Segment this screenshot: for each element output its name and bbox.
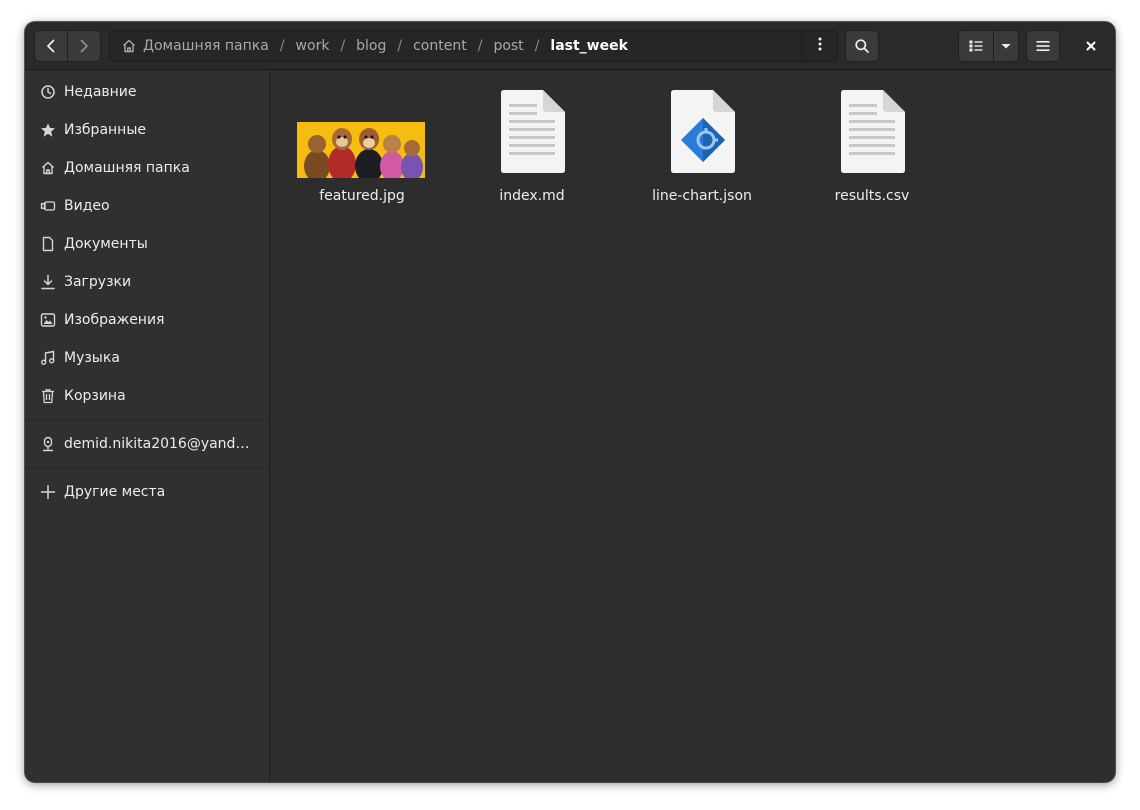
file-item-line-chart-json[interactable]: line-chart.json <box>617 84 787 204</box>
text-document-icon <box>839 88 907 178</box>
search-icon <box>854 38 870 54</box>
file-item-results-csv[interactable]: results.csv <box>787 84 957 204</box>
forward-button[interactable] <box>67 30 101 62</box>
close-icon <box>1085 37 1097 56</box>
online-account-icon <box>40 436 56 452</box>
sidebar-divider <box>25 419 269 420</box>
sidebar-item-home[interactable]: Домашняя папка <box>25 149 269 187</box>
dropdown-arrow-icon <box>1000 40 1012 52</box>
star-icon <box>40 122 56 138</box>
sidebar-item-label: Другие места <box>64 484 166 500</box>
sidebar-item-label: Документы <box>64 236 148 252</box>
sidebar-item-trash[interactable]: Корзина <box>25 377 269 415</box>
plus-icon <box>40 484 56 500</box>
sidebar-item-label: Домашняя папка <box>64 160 190 176</box>
crumb-blog[interactable]: blog <box>354 31 388 61</box>
search-button[interactable] <box>845 30 879 62</box>
video-camera-icon <box>40 198 56 214</box>
home-icon <box>40 160 56 176</box>
sidebar-item-videos[interactable]: Видео <box>25 187 269 225</box>
sidebar-item-label: Корзина <box>64 388 126 404</box>
sidebar-item-documents[interactable]: Документы <box>25 225 269 263</box>
document-icon <box>40 236 56 252</box>
text-document-icon <box>499 88 567 178</box>
header-bar: Домашняя папка / work / blog / content /… <box>25 22 1115 70</box>
path-separator: / <box>477 38 483 54</box>
file-name: featured.jpg <box>319 188 405 204</box>
sidebar-item-other-locations[interactable]: Другие места <box>25 473 269 511</box>
sidebar-item-label: Избранные <box>64 122 146 138</box>
sidebar-item-starred[interactable]: Избранные <box>25 111 269 149</box>
path-separator: / <box>534 38 540 54</box>
file-item-featured-jpg[interactable]: featured.jpg <box>277 84 447 204</box>
sidebar-item-recent[interactable]: Недавние <box>25 73 269 111</box>
path-separator: / <box>279 38 285 54</box>
crumb-last-week[interactable]: last_week <box>548 31 630 61</box>
sidebar-item-downloads[interactable]: Загрузки <box>25 263 269 301</box>
view-options-dropdown[interactable] <box>993 30 1019 62</box>
sidebar-item-label: Изображения <box>64 312 165 328</box>
file-name: index.md <box>499 188 565 204</box>
sidebar-item-music[interactable]: Музыка <box>25 339 269 377</box>
hamburger-menu-icon <box>1035 38 1051 54</box>
vertical-dots-icon <box>812 36 828 56</box>
download-icon <box>40 274 56 290</box>
close-button[interactable] <box>1078 33 1104 59</box>
sidebar: Недавние Избранные Домашняя папка Видео … <box>25 70 270 782</box>
file-name: line-chart.json <box>652 188 752 204</box>
crumb-work[interactable]: work <box>294 31 332 61</box>
back-button[interactable] <box>34 30 68 62</box>
sidebar-divider <box>25 467 269 468</box>
image-thumbnail <box>297 122 425 178</box>
home-icon <box>121 38 137 54</box>
file-name: results.csv <box>834 188 910 204</box>
crumb-post[interactable]: post <box>491 31 525 61</box>
clock-icon <box>40 84 56 100</box>
trash-icon <box>40 388 56 404</box>
sidebar-item-label: Музыка <box>64 350 120 366</box>
image-icon <box>40 312 56 328</box>
music-note-icon <box>40 350 56 366</box>
crumb-label: Домашняя папка <box>143 38 269 54</box>
main-menu-button[interactable] <box>1026 30 1060 62</box>
path-separator: / <box>397 38 403 54</box>
view-mode-button[interactable] <box>958 30 994 62</box>
sidebar-item-label: Видео <box>64 198 110 214</box>
chevron-right-icon <box>76 38 92 54</box>
file-grid: featured.jpg index.md line-chart.json re… <box>270 70 1115 782</box>
crumb-home[interactable]: Домашняя папка <box>119 31 271 61</box>
sidebar-item-label: demid.nikita2016@yandex… <box>64 436 256 452</box>
crumb-content[interactable]: content <box>411 31 469 61</box>
path-separator: / <box>340 38 346 54</box>
file-manager-window: Домашняя папка / work / blog / content /… <box>25 22 1115 782</box>
path-bar: Домашняя папка / work / blog / content /… <box>109 30 838 62</box>
list-view-icon <box>968 38 984 54</box>
file-item-index-md[interactable]: index.md <box>447 84 617 204</box>
chevron-left-icon <box>43 38 59 54</box>
json-document-icon <box>669 88 737 178</box>
sidebar-item-label: Недавние <box>64 84 137 100</box>
sidebar-item-online-account[interactable]: demid.nikita2016@yandex… <box>25 425 269 463</box>
sidebar-item-label: Загрузки <box>64 274 132 290</box>
sidebar-item-pictures[interactable]: Изображения <box>25 301 269 339</box>
path-menu-button[interactable] <box>801 31 837 61</box>
